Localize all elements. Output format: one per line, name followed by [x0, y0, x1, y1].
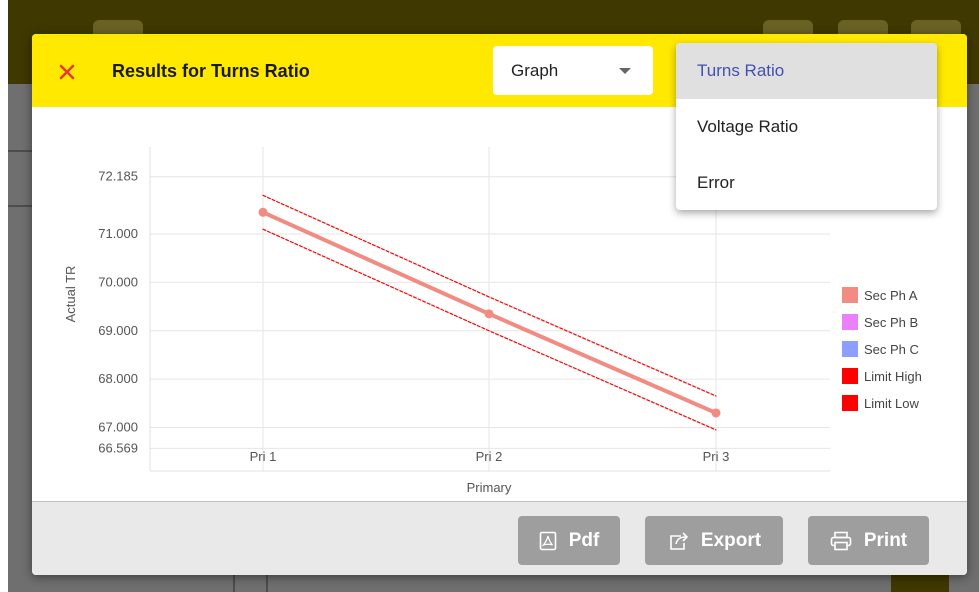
y-axis-ticks: 72.185 71.000 70.000 69.000 68.000 67.000 66.5… — [98, 169, 138, 456]
y-axis-label: Actual TR — [63, 266, 78, 323]
result-type-menu: Turns Ratio Voltage Ratio Error — [676, 43, 937, 210]
dialog-footer: Pdf Export Print — [32, 501, 967, 575]
background-divider — [233, 575, 235, 592]
pdf-icon — [539, 531, 557, 551]
legend-swatch — [842, 341, 858, 357]
view-select[interactable]: Graph — [493, 46, 653, 95]
x-tick-label: Pri 2 — [476, 449, 503, 464]
x-tick-label: Pri 1 — [250, 449, 277, 464]
close-button[interactable] — [52, 57, 82, 87]
legend-label: Sec Ph C — [864, 342, 919, 357]
legend-label: Sec Ph B — [864, 315, 918, 330]
export-button[interactable]: Export — [645, 516, 783, 565]
print-button[interactable]: Print — [808, 516, 929, 565]
x-axis-ticks: Pri 1 Pri 2 Pri 3 — [250, 449, 730, 464]
view-select-value: Graph — [511, 61, 559, 80]
data-point — [484, 309, 494, 319]
pdf-button-label: Pdf — [568, 529, 600, 551]
menu-item-error[interactable]: Error — [676, 155, 937, 210]
legend-label: Limit High — [864, 369, 922, 384]
print-button-label: Print — [863, 529, 908, 551]
y-tick-label: 72.185 — [98, 169, 138, 184]
y-tick-label: 70.000 — [98, 274, 138, 289]
y-tick-label: 66.569 — [98, 440, 138, 455]
legend-swatch — [842, 368, 858, 384]
close-icon — [59, 64, 75, 80]
menu-item-turns-ratio[interactable]: Turns Ratio — [676, 43, 937, 99]
y-tick-label: 71.000 — [98, 226, 138, 241]
data-point — [258, 207, 268, 217]
y-tick-label: 67.000 — [98, 419, 138, 434]
legend-label: Limit Low — [864, 396, 920, 411]
legend-label: Sec Ph A — [864, 288, 918, 303]
caret-down-icon — [619, 68, 631, 74]
x-axis-label: Primary — [467, 480, 512, 495]
background-divider — [266, 575, 268, 592]
x-tick-label: Pri 3 — [703, 449, 730, 464]
menu-item-voltage-ratio[interactable]: Voltage Ratio — [676, 99, 937, 155]
legend-swatch — [842, 314, 858, 330]
chart-legend: Sec Ph A Sec Ph B Sec Ph C Limit High Limit … — [842, 287, 922, 411]
printer-icon — [830, 531, 852, 551]
dialog-title: Results for Turns Ratio — [112, 61, 310, 81]
legend-swatch — [842, 287, 858, 303]
background-accent — [891, 574, 949, 592]
export-icon — [667, 531, 689, 551]
data-point — [711, 408, 721, 418]
export-button-label: Export — [700, 529, 762, 551]
y-tick-label: 69.000 — [98, 323, 138, 338]
pdf-button[interactable]: Pdf — [518, 516, 620, 565]
legend-swatch — [842, 395, 858, 411]
y-tick-label: 68.000 — [98, 371, 138, 386]
